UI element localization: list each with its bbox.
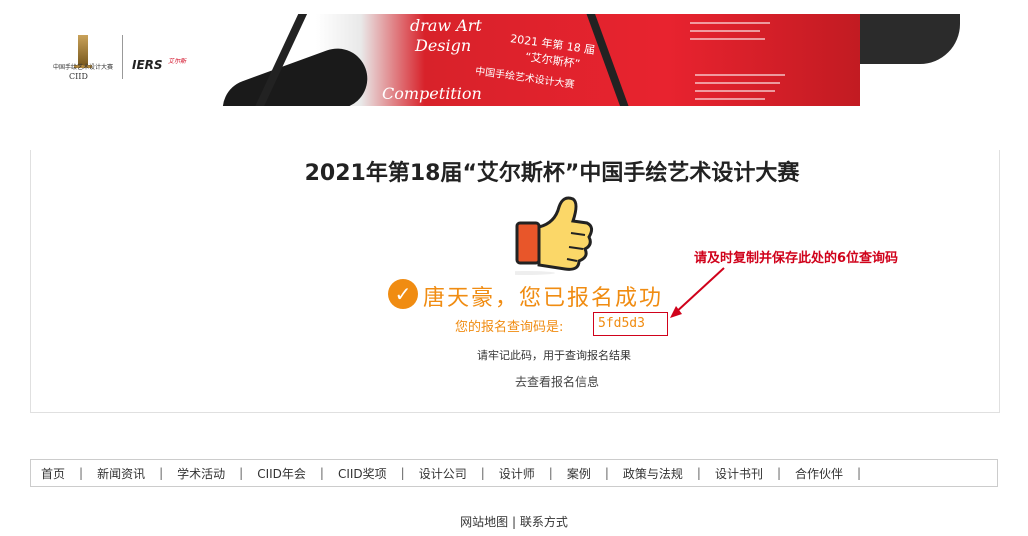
- logo-cn-text: 中国手绘艺术设计大赛: [53, 64, 114, 71]
- nav-item[interactable]: CIID年会: [257, 465, 306, 482]
- nav-item[interactable]: 设计师: [499, 465, 535, 482]
- banner-fine-print: [690, 30, 760, 32]
- logo-area[interactable]: 中国手绘艺术设计大赛 CIID IERS 艾尔斯: [50, 30, 220, 90]
- sitemap-link[interactable]: 网站地图: [460, 515, 508, 529]
- banner-fine-print: [695, 74, 785, 76]
- nav-separator: |: [857, 466, 862, 480]
- success-message: 唐天豪，您已报名成功: [423, 286, 664, 311]
- nav-item[interactable]: 政策与法规: [623, 465, 683, 482]
- check-circle-icon: ✓: [388, 279, 418, 309]
- footer-separator: |: [511, 515, 517, 529]
- page-title: 2021年第18届“艾尔斯杯”中国手绘艺术设计大赛: [304, 161, 800, 186]
- nav-separator: |: [776, 466, 781, 480]
- view-registration-link[interactable]: 去查看报名信息: [515, 373, 599, 390]
- nav-separator: |: [548, 466, 553, 480]
- banner-text: Design: [415, 36, 472, 55]
- logo-iers-text: IERS: [132, 58, 163, 72]
- nav-separator: |: [400, 466, 405, 480]
- nav-item[interactable]: 设计书刊: [715, 465, 763, 482]
- nav-separator: |: [79, 466, 84, 480]
- banner-fine-print: [695, 90, 775, 92]
- hand-image: [220, 40, 376, 106]
- nav-separator: |: [604, 466, 609, 480]
- nav-item[interactable]: 设计公司: [419, 465, 467, 482]
- nav-item[interactable]: 案例: [567, 465, 591, 482]
- ciid-logo-icon: [74, 35, 92, 68]
- nav-items-container: 首页 | 新闻资讯 | 学术活动 | CIID年会 | CIID奖项 | 设计公司 | 设计师 | 案例 | 政…: [31, 460, 997, 486]
- nav-separator: |: [319, 466, 324, 480]
- banner-fine-print: [695, 98, 765, 100]
- logo-ciid-text: CIID: [69, 72, 88, 81]
- footer: 网站地图 | 联系方式: [0, 513, 1028, 530]
- banner-text: draw Art: [410, 16, 482, 35]
- banner-fine-print: [690, 38, 765, 40]
- nav-separator: |: [159, 466, 164, 480]
- banner-fine-print: [695, 82, 780, 84]
- contact-link[interactable]: 联系方式: [520, 515, 568, 529]
- nav-item[interactable]: CIID奖项: [338, 465, 387, 482]
- nav-item[interactable]: 首页: [41, 465, 65, 482]
- thumbs-up-icon: [515, 196, 594, 275]
- annotation-arrow-icon: [670, 267, 725, 318]
- pencil-shape: [584, 14, 634, 106]
- banner-dark-corner: [860, 14, 960, 64]
- banner-fine-print: [690, 22, 770, 24]
- banner-text: Competition: [382, 84, 482, 103]
- nav-separator: |: [480, 466, 485, 480]
- nav-separator: |: [239, 466, 244, 480]
- competition-banner: draw Art Design Competition 2021 年第 18 届…: [220, 14, 860, 106]
- nav-item[interactable]: 合作伙伴: [795, 465, 843, 482]
- nav-separator: |: [696, 466, 701, 480]
- query-code-value[interactable]: 5fd5d3: [598, 316, 645, 331]
- remember-hint: 请牢记此码，用于查询报名结果: [477, 349, 631, 362]
- logo-divider: [122, 35, 123, 79]
- nav-item[interactable]: 学术活动: [177, 465, 225, 482]
- nav-item[interactable]: 新闻资讯: [97, 465, 145, 482]
- logo-iers-tag: 艾尔斯: [168, 58, 187, 65]
- query-code-label: 您的报名查询码是:: [455, 320, 564, 335]
- main-nav: 首页 | 新闻资讯 | 学术活动 | CIID年会 | CIID奖项 | 设计公司 | 设计师 | 案例 | 政…: [30, 459, 998, 487]
